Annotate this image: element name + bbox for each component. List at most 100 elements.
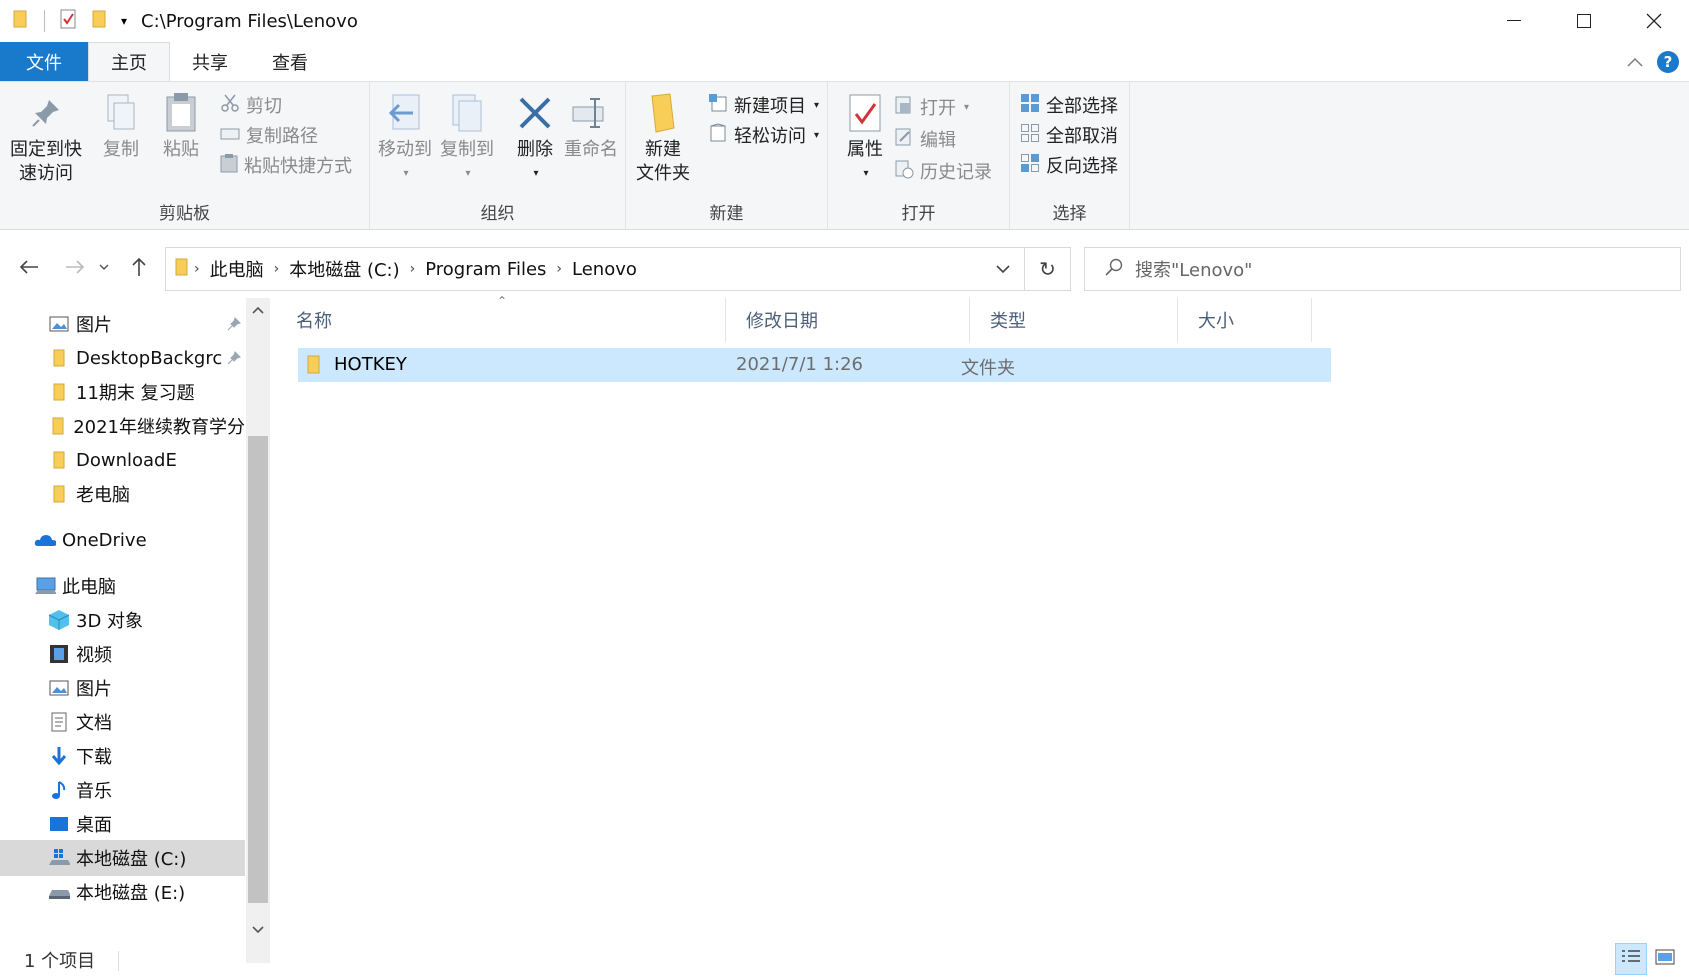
dropdown-caret-icon: ▾	[863, 168, 869, 179]
properties-button[interactable]: 属性 ▾	[842, 90, 888, 186]
close-button[interactable]	[1619, 0, 1689, 42]
rename-button[interactable]: 重命名	[564, 90, 618, 162]
delete-button[interactable]: 删除 ▾	[512, 90, 558, 186]
copy-path-icon	[220, 125, 240, 146]
chevron-right-icon[interactable]: ›	[410, 261, 416, 277]
new-item-icon	[708, 93, 728, 118]
cut-button[interactable]: 剪切	[220, 90, 282, 120]
scrollbar-thumb[interactable]	[248, 436, 268, 903]
new-item-button[interactable]: 新建项目 ▾	[708, 90, 819, 120]
nav-item-pictures-pinned[interactable]: 图片	[0, 306, 245, 342]
file-list: ⌃ 名称 修改日期 类型 大小 HOTKEY 2021/7/1 1:26 文件夹	[270, 294, 1689, 963]
table-row[interactable]: HOTKEY 2021/7/1 1:26 文件夹	[298, 348, 1331, 382]
back-button[interactable]	[14, 250, 44, 284]
nav-item-drive-c[interactable]: 本地磁盘 (C:)	[0, 840, 245, 876]
documents-icon	[48, 711, 70, 733]
nav-item-downloade[interactable]: DownloadE	[0, 442, 245, 478]
copy-button[interactable]: 复制	[98, 90, 144, 162]
chevron-right-icon[interactable]: ›	[556, 261, 562, 277]
new-folder-icon[interactable]	[91, 9, 109, 34]
properties-icon[interactable]	[59, 8, 79, 35]
properties-icon	[842, 90, 888, 136]
pin-icon[interactable]	[227, 349, 241, 370]
videos-icon	[48, 643, 70, 665]
nav-item-documents[interactable]: 文档	[0, 704, 245, 740]
customize-qat-icon[interactable]: ▾	[121, 14, 127, 28]
tab-view[interactable]: 查看	[250, 42, 330, 81]
dropdown-caret-icon: ▾	[814, 99, 820, 111]
nav-item-downloads[interactable]: 下载	[0, 738, 245, 774]
move-to-button[interactable]: 移动到 ▾	[378, 90, 432, 186]
pin-icon[interactable]	[227, 315, 241, 336]
dropdown-caret-icon: ▾	[814, 129, 820, 141]
select-none-icon	[1020, 123, 1040, 148]
dropdown-caret-icon: ▾	[964, 101, 970, 113]
tab-share[interactable]: 共享	[170, 42, 250, 81]
column-type[interactable]: 类型	[970, 298, 1178, 342]
dropdown-caret-icon: ▾	[403, 168, 409, 179]
nav-item-onedrive[interactable]: OneDrive	[0, 522, 245, 558]
status-bar: 1 个项目	[0, 943, 1689, 977]
chevron-down-icon[interactable]	[996, 259, 1010, 279]
tab-home[interactable]: 主页	[88, 42, 170, 81]
chevron-right-icon[interactable]: ›	[194, 261, 200, 277]
nav-item-this-pc[interactable]: 此电脑	[0, 568, 245, 604]
breadcrumb-lenovo[interactable]: Lenovo	[572, 259, 637, 280]
details-view-icon	[1621, 948, 1641, 971]
easy-access-button[interactable]: 轻松访问 ▾	[708, 120, 819, 150]
invert-selection-button[interactable]: 反向选择	[1020, 150, 1118, 180]
nav-item-review-folder[interactable]: 11期末 复习题	[0, 374, 245, 410]
pin-quick-access-button[interactable]: 固定到快 速访问	[10, 90, 82, 186]
open-group: 属性 ▾ 打开 ▾ 编辑 历史记录 打开	[828, 82, 1010, 230]
nav-item-education-folder[interactable]: 2021年继续教育学分	[0, 408, 245, 444]
minimize-button[interactable]	[1479, 0, 1549, 42]
nav-item-pictures[interactable]: 图片	[0, 670, 245, 706]
up-button[interactable]	[124, 250, 154, 284]
breadcrumb-drive-c[interactable]: 本地磁盘 (C:)	[289, 256, 399, 282]
collapse-ribbon-icon[interactable]	[1627, 52, 1643, 72]
clipboard-group: 固定到快 速访问 复制 粘贴 剪切 复制路径 粘贴快捷方式 剪贴板	[0, 82, 370, 230]
nav-item-drive-e[interactable]: 本地磁盘 (E:)	[0, 874, 245, 910]
nav-item-videos[interactable]: 视频	[0, 636, 245, 672]
breadcrumb-this-pc[interactable]: 此电脑	[210, 256, 264, 282]
copy-path-button[interactable]: 复制路径	[220, 120, 318, 150]
chevron-up-icon[interactable]	[246, 298, 270, 322]
recent-locations-button[interactable]	[94, 250, 114, 284]
breadcrumb-program-files[interactable]: Program Files	[425, 259, 546, 280]
nav-item-old-pc[interactable]: 老电脑	[0, 476, 245, 512]
new-folder-button[interactable]: 新建 文件夹	[636, 90, 690, 186]
scissors-icon	[220, 93, 240, 118]
large-icons-view-button[interactable]	[1649, 943, 1681, 975]
tab-file[interactable]: 文件	[0, 42, 88, 81]
paste-shortcut-button[interactable]: 粘贴快捷方式	[220, 150, 352, 180]
maximize-button[interactable]	[1549, 0, 1619, 42]
open-button[interactable]: 打开 ▾	[894, 92, 969, 122]
refresh-button[interactable]: ↻	[1025, 247, 1071, 291]
group-label: 组织	[480, 204, 515, 224]
search-box[interactable]: 搜索"Lenovo"	[1084, 247, 1681, 291]
column-name[interactable]: 名称	[270, 298, 726, 342]
file-type: 文件夹	[961, 358, 1015, 379]
column-size[interactable]: 大小	[1178, 298, 1312, 342]
nav-item-desktop-background[interactable]: DesktopBackgrc	[0, 340, 245, 376]
select-none-button[interactable]: 全部取消	[1020, 120, 1118, 150]
paste-button[interactable]: 粘贴	[158, 90, 204, 162]
chevron-right-icon[interactable]: ›	[274, 261, 280, 277]
select-all-button[interactable]: 全部选择	[1020, 90, 1118, 120]
paste-shortcut-icon	[220, 153, 238, 178]
address-bar[interactable]: › 此电脑 › 本地磁盘 (C:) › Program Files › Leno…	[165, 247, 1025, 291]
edit-button[interactable]: 编辑	[894, 124, 956, 154]
group-label: 打开	[901, 204, 936, 224]
nav-item-3d-objects[interactable]: 3D 对象	[0, 602, 245, 638]
forward-button[interactable]	[60, 250, 90, 284]
history-button[interactable]: 历史记录	[894, 156, 992, 186]
chevron-down-icon[interactable]	[246, 918, 270, 942]
column-modified[interactable]: 修改日期	[726, 298, 970, 342]
nav-scrollbar[interactable]	[246, 298, 270, 963]
nav-item-music[interactable]: 音乐	[0, 772, 245, 808]
copy-to-button[interactable]: 复制到 ▾	[440, 90, 494, 186]
details-view-button[interactable]	[1615, 943, 1647, 975]
onedrive-icon	[34, 529, 56, 551]
help-icon[interactable]: ?	[1657, 50, 1679, 73]
nav-item-desktop[interactable]: 桌面	[0, 806, 245, 842]
